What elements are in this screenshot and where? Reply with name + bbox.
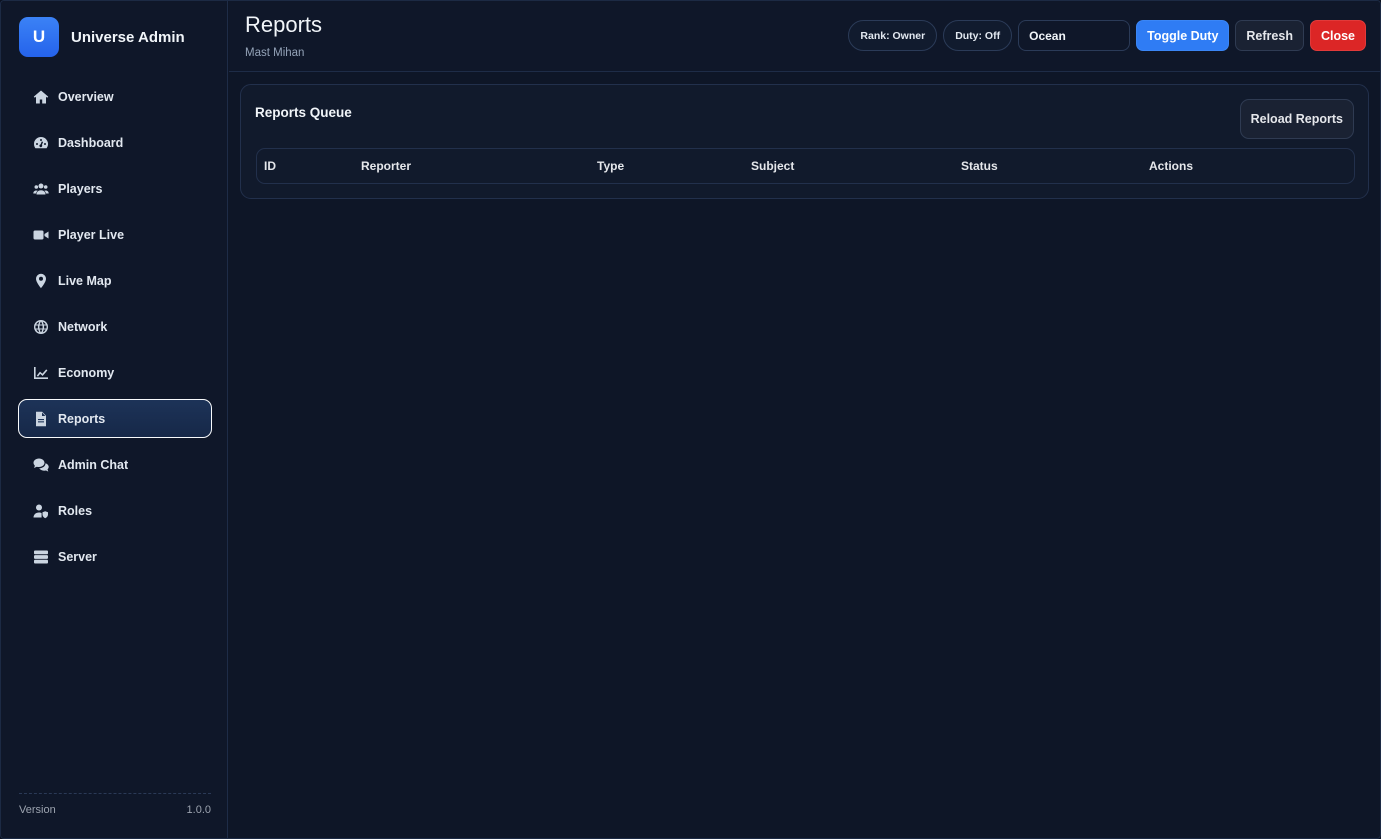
column-header-actions[interactable]: Actions [1149, 159, 1193, 173]
sidebar-item-network[interactable]: Network [18, 307, 212, 346]
sidebar-item-label: Economy [58, 365, 115, 380]
sidebar-item-label: Player Live [58, 227, 125, 242]
sidebar-item-server[interactable]: Server [18, 537, 212, 576]
home-icon [32, 88, 49, 105]
sidebar-item-admin-chat[interactable]: Admin Chat [18, 445, 212, 484]
users-icon [32, 180, 49, 197]
sidebar-item-players[interactable]: Players [18, 169, 212, 208]
sidebar-item-label: Live Map [58, 273, 112, 288]
reports-table: ID Reporter Type Subject Status Actions [256, 148, 1355, 184]
sidebar-item-reports[interactable]: Reports [18, 399, 212, 438]
column-header-status[interactable]: Status [961, 159, 998, 173]
user-shield-icon [32, 502, 49, 519]
sidebar-item-label: Overview [58, 89, 114, 104]
map-pin-icon [32, 272, 49, 289]
reload-reports-button[interactable]: Reload Reports [1239, 99, 1354, 139]
chart-line-icon [32, 364, 49, 381]
sidebar-nav: Overview Dashboard Players Player Live L… [18, 77, 212, 583]
column-header-type[interactable]: Type [597, 159, 624, 173]
brand-logo: U [19, 17, 59, 57]
card-title: Reports Queue [255, 105, 352, 120]
sidebar-item-label: Roles [58, 503, 93, 518]
column-header-reporter[interactable]: Reporter [361, 159, 411, 173]
rank-badge: Rank: Owner [848, 20, 938, 51]
globe-icon [32, 318, 49, 335]
page-title: Reports [245, 12, 323, 37]
brand: U Universe Admin [19, 17, 185, 57]
sidebar-item-label: Server [58, 549, 97, 564]
sidebar-item-label: Admin Chat [58, 457, 129, 472]
sidebar-item-dashboard[interactable]: Dashboard [18, 123, 212, 162]
close-button[interactable]: Close [1309, 20, 1366, 51]
sidebar-item-label: Players [58, 181, 103, 196]
refresh-button[interactable]: Refresh [1235, 20, 1304, 51]
column-header-id[interactable]: ID [264, 159, 276, 173]
admin-app: U Universe Admin Overview Dashboard Play… [0, 0, 1381, 839]
gauge-icon [32, 134, 49, 151]
page-subtitle: Mast Mihan [245, 47, 305, 59]
comments-icon [32, 456, 49, 473]
theme-select[interactable]: Ocean [1018, 20, 1131, 51]
brand-title: Universe Admin [71, 28, 185, 46]
sidebar-item-label: Network [58, 319, 108, 334]
column-header-subject[interactable]: Subject [751, 159, 794, 173]
sidebar-item-label: Reports [58, 411, 106, 426]
sidebar-footer: Version 1.0.0 [19, 793, 211, 816]
server-icon [32, 548, 49, 565]
sidebar-item-roles[interactable]: Roles [18, 491, 212, 530]
sidebar-item-player-live[interactable]: Player Live [18, 215, 212, 254]
sidebar-item-live-map[interactable]: Live Map [18, 261, 212, 300]
video-icon [32, 226, 49, 243]
sidebar-item-economy[interactable]: Economy [18, 353, 212, 392]
top-header: Reports Mast Mihan Rank: Owner Duty: Off… [229, 1, 1380, 72]
file-icon [32, 410, 49, 427]
version-label: Version [19, 804, 56, 816]
duty-badge: Duty: Off [943, 20, 1013, 51]
sidebar-item-label: Dashboard [58, 135, 124, 150]
header-actions: Rank: Owner Duty: Off Ocean Toggle Duty … [848, 20, 1366, 51]
toggle-duty-button[interactable]: Toggle Duty [1136, 20, 1230, 51]
sidebar-item-overview[interactable]: Overview [18, 77, 212, 116]
reports-queue-card: Reports Queue Reload Reports ID Reporter… [240, 84, 1369, 199]
sidebar: U Universe Admin Overview Dashboard Play… [1, 1, 228, 838]
version-value: 1.0.0 [186, 804, 211, 816]
